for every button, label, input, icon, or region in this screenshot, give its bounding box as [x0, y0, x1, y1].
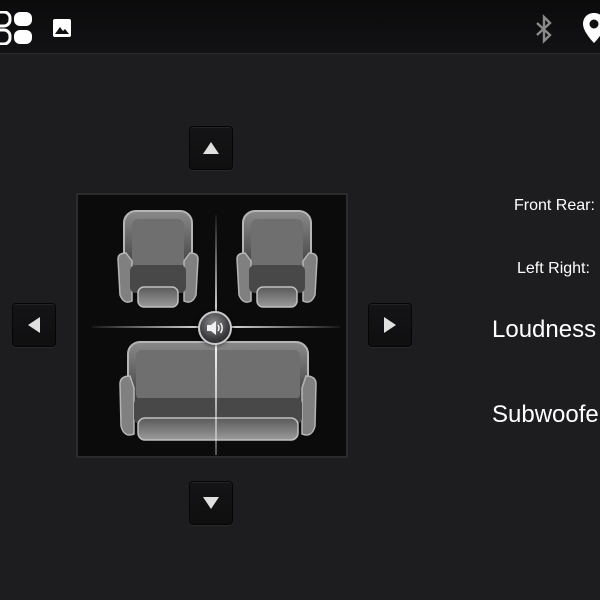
- left-balance-button[interactable]: [12, 303, 56, 347]
- rear-balance-down-button[interactable]: [189, 481, 233, 525]
- front-right-seat: [236, 210, 318, 308]
- subwoofer-label[interactable]: Subwoofe: [492, 401, 599, 429]
- rear-bench-seat: [119, 341, 317, 441]
- seat-balance-panel[interactable]: [76, 193, 348, 458]
- front-left-seat: [117, 210, 199, 308]
- down-arrow-icon: [203, 497, 219, 509]
- left-arrow-icon: [28, 317, 40, 333]
- bluetooth-icon[interactable]: [532, 14, 556, 44]
- left-right-label: Left Right:: [517, 260, 590, 277]
- front-rear-label: Front Rear:: [514, 197, 595, 214]
- location-pin-icon[interactable]: [582, 12, 600, 44]
- up-arrow-icon: [203, 142, 219, 154]
- balance-knob[interactable]: [198, 311, 232, 345]
- gallery-icon[interactable]: [52, 18, 72, 38]
- right-arrow-icon: [384, 317, 396, 333]
- speaker-icon: [207, 321, 223, 335]
- loudness-label[interactable]: Loudness: [492, 316, 596, 344]
- status-bar: [0, 0, 600, 54]
- right-balance-button[interactable]: [368, 303, 412, 347]
- app-grid-icon[interactable]: [0, 10, 34, 46]
- front-balance-up-button[interactable]: [189, 126, 233, 170]
